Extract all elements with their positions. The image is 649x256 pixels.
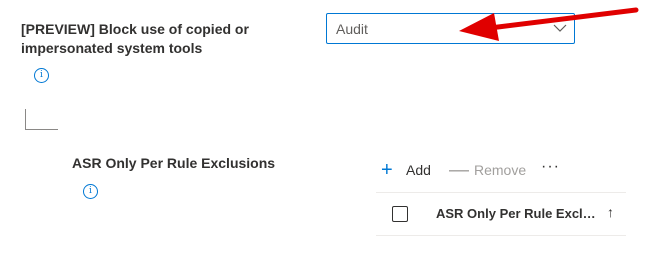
more-options-button[interactable]: ··· (541, 157, 560, 177)
remove-button-label: Remove (474, 162, 527, 178)
add-button-label: Add (406, 162, 431, 178)
add-icon: + (381, 159, 393, 181)
info-icon[interactable]: i (83, 184, 98, 199)
chevron-down-icon (553, 24, 567, 32)
add-button[interactable]: + Add (381, 160, 431, 180)
info-icon[interactable]: i (34, 68, 49, 83)
select-all-checkbox[interactable] (392, 206, 408, 222)
dropdown-selected-value: Audit (336, 21, 368, 37)
tree-connector (25, 109, 58, 130)
asr-rule-setting-panel: [PREVIEW] Block use of copied or imperso… (0, 0, 649, 256)
exclusions-label: ASR Only Per Rule Exclusions (72, 155, 276, 171)
setting-label: [PREVIEW] Block use of copied or imperso… (21, 21, 249, 56)
grid-header-row: ASR Only Per Rule Exclusi... ↑ (376, 193, 626, 236)
mode-dropdown[interactable]: Audit (326, 13, 575, 44)
remove-button[interactable]: — Remove (449, 160, 526, 180)
sort-ascending-icon[interactable]: ↑ (607, 204, 614, 220)
column-header[interactable]: ASR Only Per Rule Exclusi... (436, 206, 601, 221)
remove-icon: — (449, 159, 469, 181)
